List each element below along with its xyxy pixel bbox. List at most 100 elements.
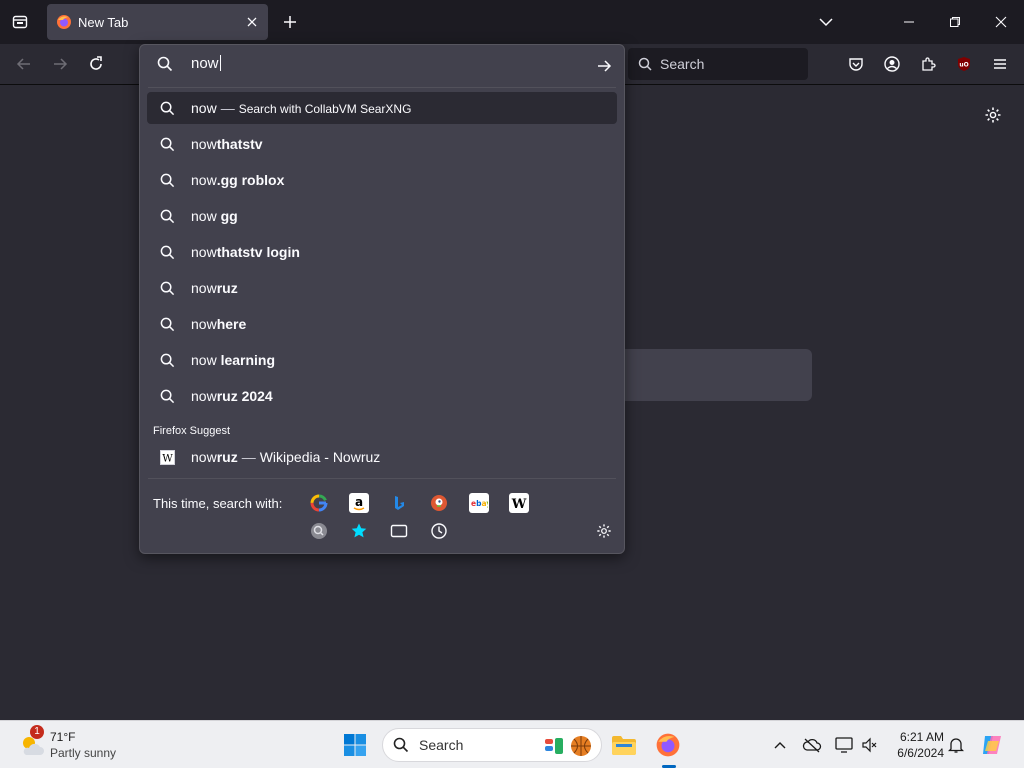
arrow-right-icon <box>598 60 612 72</box>
amazon-icon[interactable]: a <box>349 493 369 513</box>
urlbar[interactable]: now <box>140 45 624 87</box>
file-explorer-button[interactable] <box>608 729 640 761</box>
search-suggestion[interactable]: now gg <box>147 200 617 232</box>
suggestion-completion: thatstv login <box>216 244 300 260</box>
restore-icon <box>950 17 960 27</box>
suggestion-completion: ruz <box>216 449 238 465</box>
onedrive-button[interactable] <box>800 733 824 757</box>
hamburger-menu-icon <box>994 59 1006 69</box>
clock-time: 6:21 AM <box>899 730 944 744</box>
suggestion-completion: ruz <box>216 280 238 296</box>
tab-title: New Tab <box>78 14 129 30</box>
chevron-up-icon <box>774 742 786 749</box>
firefox-view-button[interactable] <box>4 6 36 38</box>
search-result-heuristic[interactable]: now — Search with CollabVM SearXNG <box>147 92 617 124</box>
suggestion-typed: now <box>191 352 221 368</box>
clock[interactable]: 6:21 AM 6/6/2024 <box>884 729 944 761</box>
searxng-icon[interactable] <box>309 521 329 541</box>
result-separator: — <box>241 449 256 465</box>
search-suggestion[interactable]: nowruz 2024 <box>147 380 617 412</box>
start-button[interactable] <box>340 731 370 759</box>
urlbar-input[interactable]: now <box>191 55 221 72</box>
firefox-suggest-result[interactable]: W nowruz — Wikipedia - Nowruz <box>147 441 617 473</box>
search-suggestion[interactable]: nowhere <box>147 308 617 340</box>
result-separator: — <box>220 100 235 116</box>
suggestion-completion: learning <box>220 352 276 368</box>
search-icon <box>157 56 173 77</box>
svg-text:W: W <box>162 452 173 464</box>
google-icon[interactable] <box>309 493 329 513</box>
tabs-icon[interactable] <box>389 521 409 541</box>
reload-button[interactable] <box>82 50 110 78</box>
volume-button[interactable] <box>858 733 882 757</box>
bing-icon[interactable] <box>389 493 409 513</box>
weather-widget[interactable]: 1 71°F Partly sunny <box>16 725 136 763</box>
search-icon <box>638 57 652 71</box>
search-suggestion[interactable]: now learning <box>147 344 617 376</box>
arrow-right-icon <box>54 58 68 70</box>
firefox-view-icon <box>12 15 28 29</box>
history-clock-icon[interactable] <box>429 521 449 541</box>
suggestion-typed: now <box>191 388 217 404</box>
search-icon <box>159 100 175 116</box>
suggestion-typed: now <box>191 280 217 296</box>
search-suggestion[interactable]: nowruz <box>147 272 617 304</box>
account-button[interactable] <box>878 50 906 78</box>
copilot-button[interactable] <box>978 731 1006 759</box>
close-window-button[interactable] <box>978 0 1024 44</box>
windows-logo-icon <box>344 734 366 756</box>
go-button[interactable] <box>592 54 616 78</box>
ublock-icon: uO <box>958 57 970 71</box>
plus-icon <box>284 16 296 28</box>
clock-date: 6/6/2024 <box>897 746 944 760</box>
search-bar[interactable]: Search <box>628 48 808 80</box>
suggestion-completion: here <box>216 316 247 332</box>
svg-text:a: a <box>355 495 363 509</box>
firefox-icon <box>57 15 71 29</box>
wikipedia-icon[interactable]: W <box>509 493 529 513</box>
forward-button[interactable] <box>46 50 74 78</box>
gear-icon <box>597 524 611 538</box>
app-menu-button[interactable] <box>986 50 1014 78</box>
show-hidden-icons-button[interactable] <box>768 733 792 757</box>
tab-close-button[interactable] <box>241 11 263 33</box>
suggestion-typed: now <box>191 136 217 152</box>
duckduckgo-icon[interactable] <box>429 493 449 513</box>
pocket-button[interactable] <box>842 50 870 78</box>
restore-button[interactable] <box>932 0 978 44</box>
tab-new-tab[interactable]: New Tab <box>47 4 268 40</box>
search-suggestion[interactable]: nowthatstv <box>147 128 617 160</box>
suggestion-completion: .gg roblox <box>216 172 285 188</box>
ublock-origin-button[interactable]: uO <box>950 50 978 78</box>
taskbar: 1 71°F Partly sunny Search 6:21 AM 6/6/2… <box>0 720 1024 768</box>
suggestion-typed: now <box>191 449 217 465</box>
search-icon <box>159 244 175 260</box>
display-button[interactable] <box>832 733 856 757</box>
notifications-button[interactable] <box>944 733 968 757</box>
search-suggestion[interactable]: nowthatstv login <box>147 236 617 268</box>
suggestion-completion: gg <box>220 208 238 224</box>
search-icon <box>159 172 175 188</box>
back-button[interactable] <box>10 50 38 78</box>
minimize-button[interactable] <box>886 0 932 44</box>
ebay-icon[interactable]: ebay <box>469 493 489 513</box>
suggestion-typed: now <box>191 172 217 188</box>
bookmarks-star-icon[interactable] <box>349 521 369 541</box>
suggestion-completion: ruz 2024 <box>216 388 273 404</box>
list-all-tabs-button[interactable] <box>812 10 840 34</box>
firefox-icon <box>656 733 680 757</box>
result-query: now <box>191 100 217 116</box>
taskbar-search[interactable]: Search <box>382 728 602 762</box>
new-tab-button[interactable] <box>278 10 302 34</box>
suggestion-completion: thatstv <box>216 136 263 152</box>
search-suggestion[interactable]: now.gg roblox <box>147 164 617 196</box>
svg-text:W: W <box>511 497 527 512</box>
account-icon <box>884 56 900 72</box>
firefox-suggest-label: Firefox Suggest <box>153 425 231 437</box>
customize-newtab-button[interactable] <box>980 102 1006 128</box>
close-icon <box>247 17 257 27</box>
firefox-taskbar-button[interactable] <box>652 729 684 761</box>
extensions-button[interactable] <box>914 50 942 78</box>
reload-icon <box>90 56 102 70</box>
search-settings-button[interactable] <box>594 521 614 541</box>
